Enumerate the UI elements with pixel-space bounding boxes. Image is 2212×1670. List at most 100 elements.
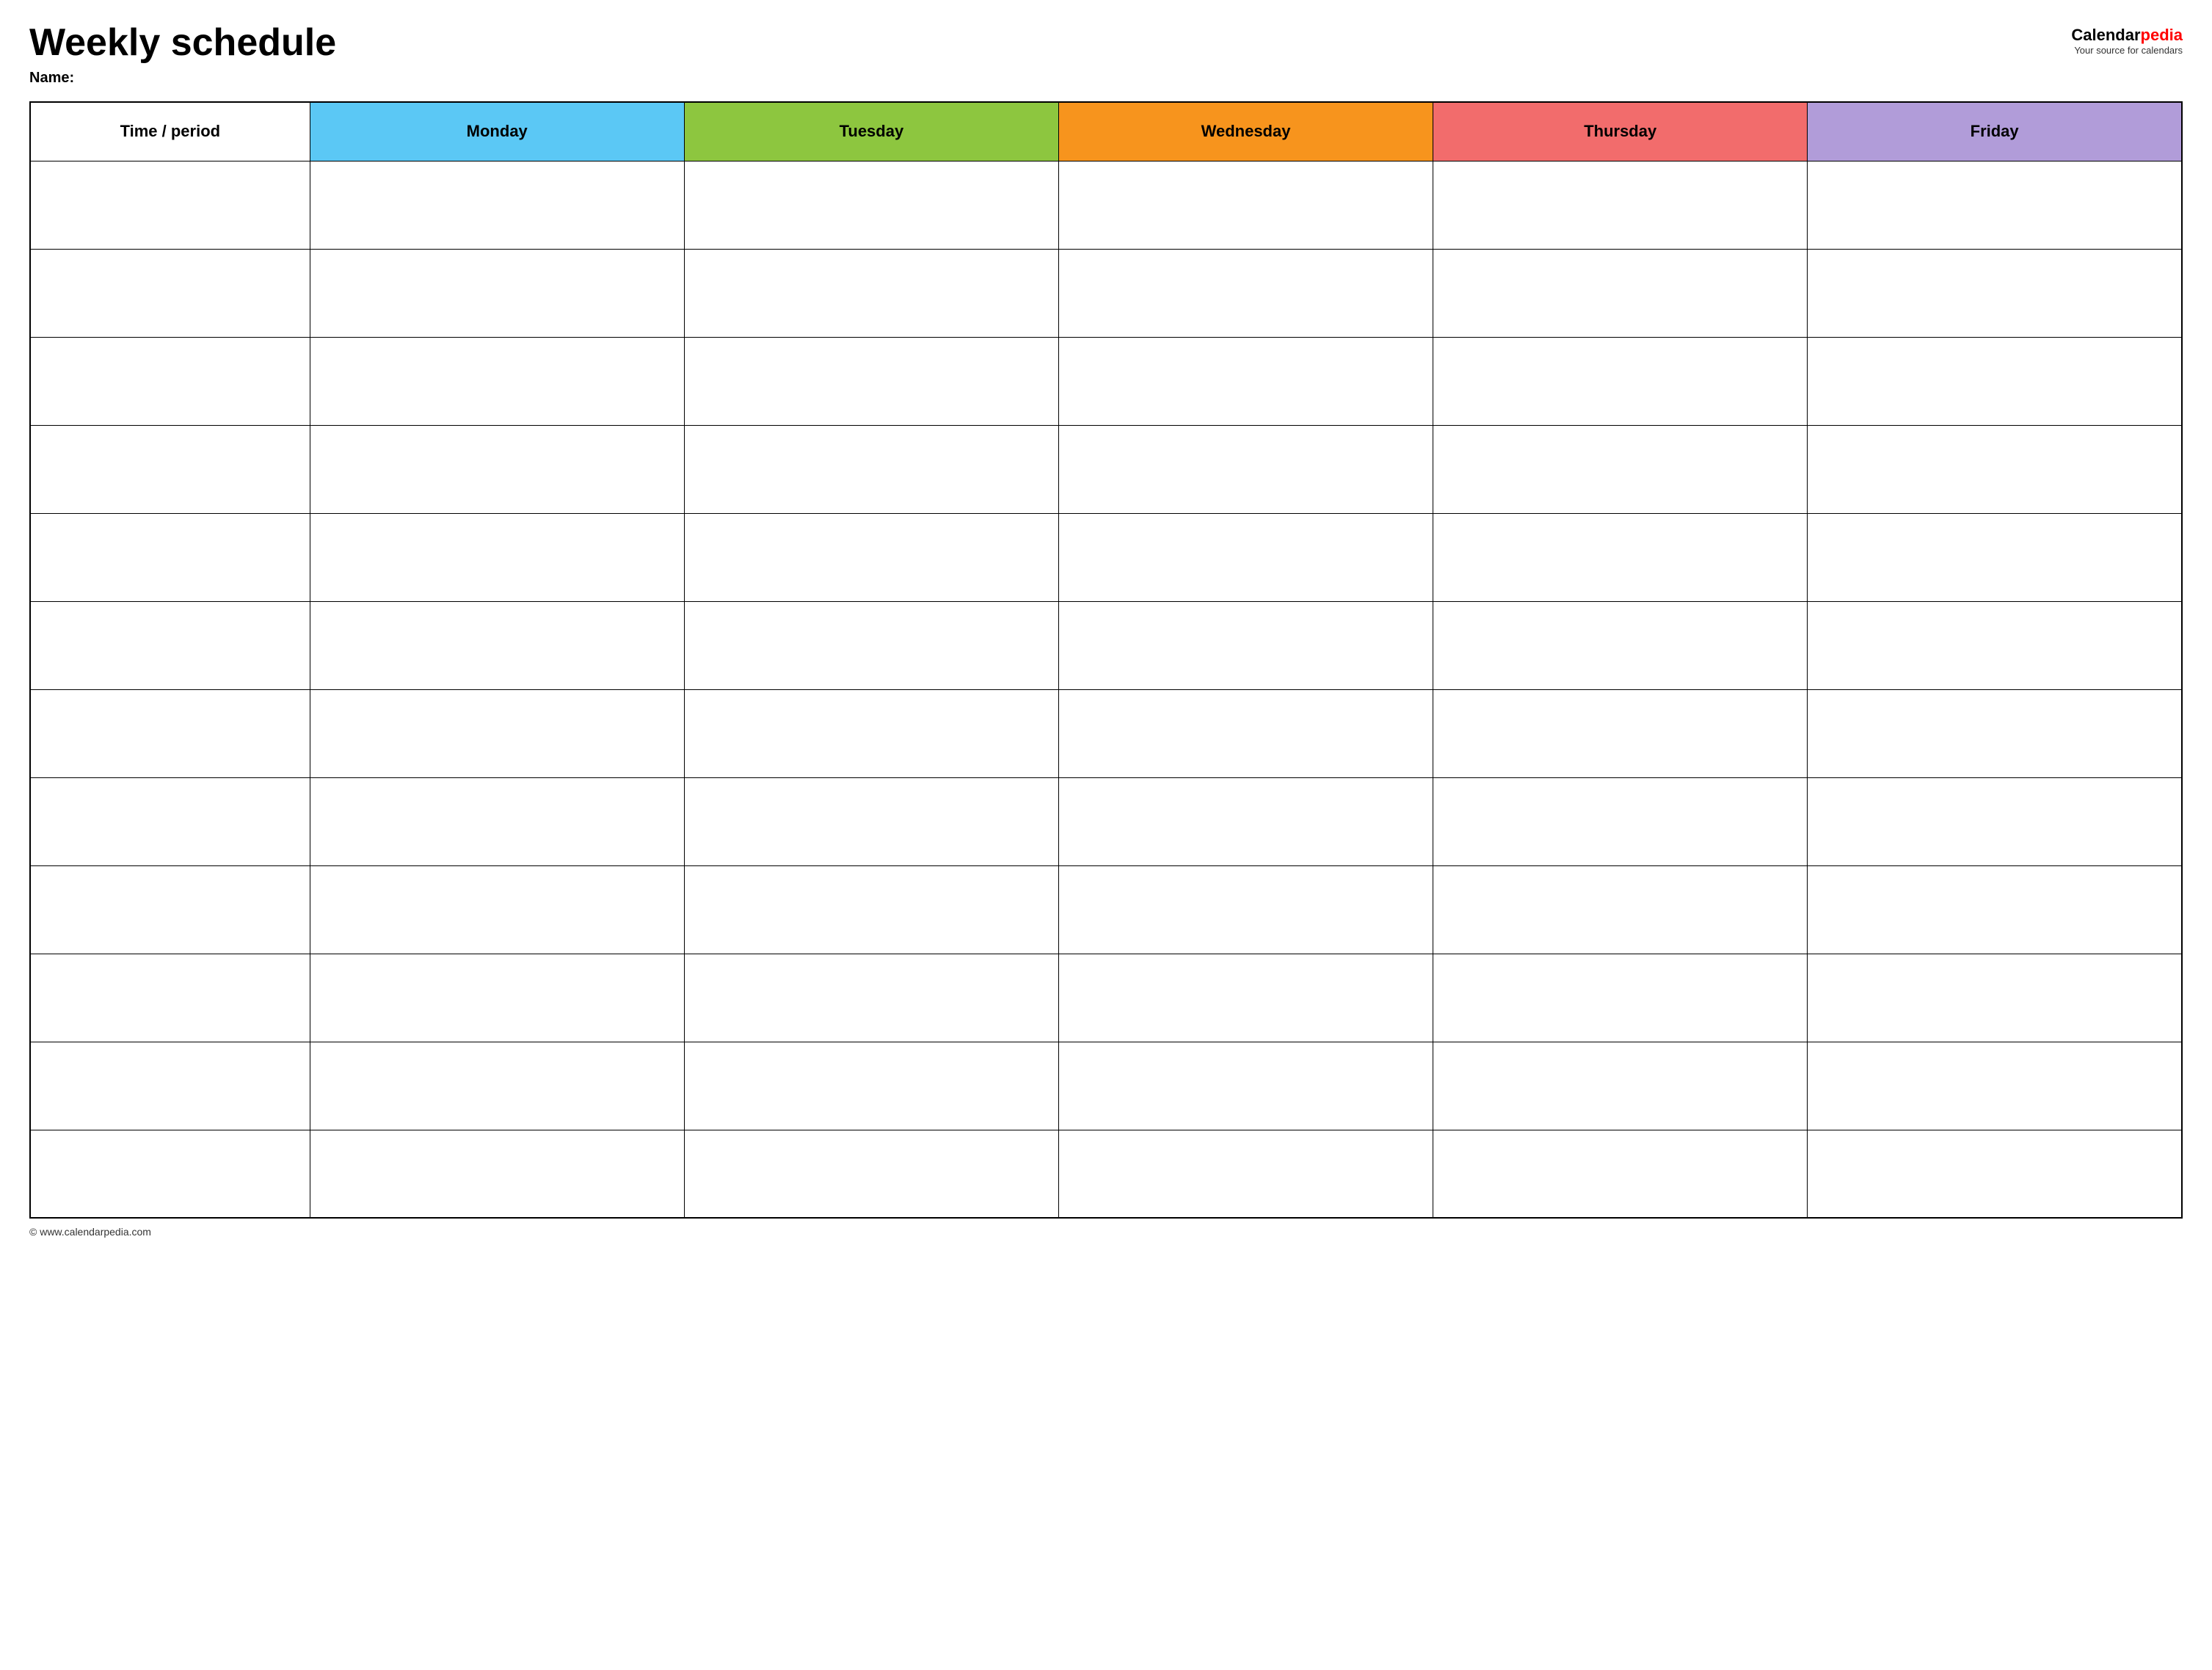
day-cell[interactable] (310, 1130, 684, 1218)
day-cell[interactable] (684, 425, 1058, 513)
day-cell[interactable] (684, 954, 1058, 1042)
day-cell[interactable] (684, 1130, 1058, 1218)
day-cell[interactable] (1808, 601, 2182, 689)
day-cell[interactable] (1058, 1130, 1433, 1218)
day-cell[interactable] (1433, 954, 1808, 1042)
day-cell[interactable] (1433, 161, 1808, 249)
day-cell[interactable] (1808, 513, 2182, 601)
day-cell[interactable] (310, 689, 684, 777)
day-cell[interactable] (1433, 777, 1808, 865)
table-row (30, 249, 2182, 337)
name-label: Name: (29, 70, 336, 87)
day-cell[interactable] (1433, 249, 1808, 337)
day-cell[interactable] (1058, 601, 1433, 689)
time-cell[interactable] (30, 689, 310, 777)
time-cell[interactable] (30, 865, 310, 954)
time-cell[interactable] (30, 161, 310, 249)
table-row (30, 865, 2182, 954)
table-row (30, 425, 2182, 513)
day-cell[interactable] (1433, 425, 1808, 513)
time-cell[interactable] (30, 513, 310, 601)
day-cell[interactable] (310, 161, 684, 249)
day-cell[interactable] (684, 249, 1058, 337)
day-cell[interactable] (1808, 337, 2182, 425)
logo-pedia: pedia (2141, 26, 2183, 44)
table-row (30, 337, 2182, 425)
day-cell[interactable] (1808, 161, 2182, 249)
col-header-time: Time / period (30, 102, 310, 161)
day-cell[interactable] (310, 337, 684, 425)
table-row (30, 1130, 2182, 1218)
table-row (30, 513, 2182, 601)
day-cell[interactable] (1808, 954, 2182, 1042)
day-cell[interactable] (1433, 1042, 1808, 1130)
day-cell[interactable] (1058, 249, 1433, 337)
day-cell[interactable] (1058, 161, 1433, 249)
day-cell[interactable] (1433, 1130, 1808, 1218)
time-cell[interactable] (30, 425, 310, 513)
day-cell[interactable] (1433, 513, 1808, 601)
day-cell[interactable] (1433, 689, 1808, 777)
table-row (30, 1042, 2182, 1130)
time-cell[interactable] (30, 337, 310, 425)
day-cell[interactable] (684, 337, 1058, 425)
time-cell[interactable] (30, 1130, 310, 1218)
logo-calendar: Calendar (2071, 26, 2140, 44)
day-cell[interactable] (1058, 689, 1433, 777)
table-header-row: Time / period Monday Tuesday Wednesday T… (30, 102, 2182, 161)
col-header-thursday: Thursday (1433, 102, 1808, 161)
day-cell[interactable] (684, 689, 1058, 777)
table-row (30, 777, 2182, 865)
table-row (30, 954, 2182, 1042)
day-cell[interactable] (310, 425, 684, 513)
logo-text: Calendarpedia (2071, 26, 2183, 45)
day-cell[interactable] (1433, 865, 1808, 954)
day-cell[interactable] (310, 601, 684, 689)
day-cell[interactable] (1433, 337, 1808, 425)
day-cell[interactable] (310, 513, 684, 601)
col-header-friday: Friday (1808, 102, 2182, 161)
time-cell[interactable] (30, 954, 310, 1042)
table-row (30, 161, 2182, 249)
day-cell[interactable] (1808, 1130, 2182, 1218)
logo-tagline: Your source for calendars (2074, 45, 2183, 56)
day-cell[interactable] (1058, 513, 1433, 601)
day-cell[interactable] (1058, 425, 1433, 513)
day-cell[interactable] (1058, 954, 1433, 1042)
day-cell[interactable] (310, 777, 684, 865)
main-title: Weekly schedule (29, 22, 336, 64)
time-cell[interactable] (30, 601, 310, 689)
table-row (30, 601, 2182, 689)
day-cell[interactable] (1058, 777, 1433, 865)
day-cell[interactable] (1058, 337, 1433, 425)
day-cell[interactable] (684, 601, 1058, 689)
header-area: Weekly schedule Name: Calendarpedia Your… (29, 22, 2183, 87)
time-cell[interactable] (30, 777, 310, 865)
day-cell[interactable] (684, 777, 1058, 865)
day-cell[interactable] (684, 865, 1058, 954)
day-cell[interactable] (1058, 1042, 1433, 1130)
table-row (30, 689, 2182, 777)
day-cell[interactable] (1808, 865, 2182, 954)
logo-section: Calendarpedia Your source for calendars (2071, 26, 2183, 56)
day-cell[interactable] (684, 161, 1058, 249)
time-cell[interactable] (30, 249, 310, 337)
day-cell[interactable] (310, 249, 684, 337)
day-cell[interactable] (310, 954, 684, 1042)
day-cell[interactable] (310, 865, 684, 954)
day-cell[interactable] (1808, 425, 2182, 513)
day-cell[interactable] (1058, 865, 1433, 954)
day-cell[interactable] (1808, 1042, 2182, 1130)
time-cell[interactable] (30, 1042, 310, 1130)
day-cell[interactable] (684, 513, 1058, 601)
day-cell[interactable] (310, 1042, 684, 1130)
day-cell[interactable] (1808, 777, 2182, 865)
day-cell[interactable] (1808, 249, 2182, 337)
schedule-table: Time / period Monday Tuesday Wednesday T… (29, 101, 2183, 1219)
col-header-monday: Monday (310, 102, 684, 161)
day-cell[interactable] (684, 1042, 1058, 1130)
day-cell[interactable] (1433, 601, 1808, 689)
schedule-body (30, 161, 2182, 1218)
day-cell[interactable] (1808, 689, 2182, 777)
title-section: Weekly schedule Name: (29, 22, 336, 87)
